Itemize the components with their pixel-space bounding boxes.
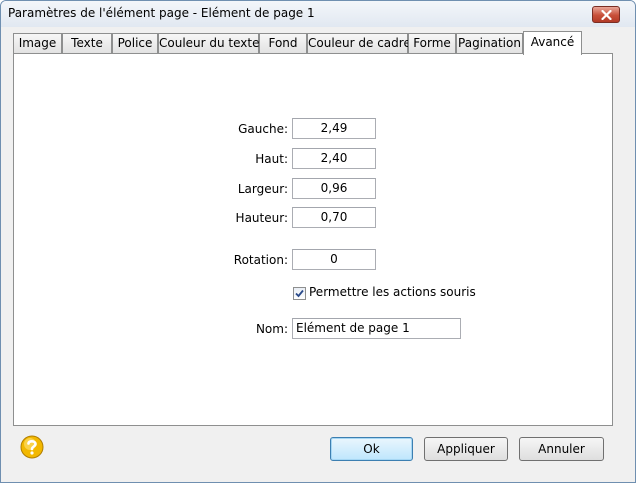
largeur-label: Largeur:: [237, 182, 288, 196]
tab-avance[interactable]: Avancé: [523, 31, 582, 55]
help-button[interactable]: [20, 435, 44, 459]
haut-label: Haut:: [255, 152, 288, 166]
checkmark-icon: [295, 289, 304, 298]
tab-image[interactable]: Image: [13, 33, 62, 53]
gauche-label: Gauche:: [238, 122, 288, 136]
mouse-actions-checkbox[interactable]: [293, 287, 306, 300]
tab-bar: Image Texte Police Couleur du texte Fond…: [13, 31, 613, 55]
close-icon: [601, 10, 612, 20]
nom-field[interactable]: Elément de page 1: [292, 318, 461, 339]
haut-field[interactable]: 2,40: [292, 148, 376, 169]
window-title: Paramètres de l'élément page - Elément d…: [8, 6, 315, 20]
rotation-field[interactable]: 0: [292, 249, 376, 270]
apply-button[interactable]: Appliquer: [424, 437, 508, 461]
nom-label: Nom:: [255, 322, 288, 336]
title-bar[interactable]: Paramètres de l'élément page - Elément d…: [1, 1, 635, 27]
advanced-panel: Gauche: 2,49 Haut: 2,40 Largeur: 0,96 Ha…: [13, 53, 613, 426]
tab-police[interactable]: Police: [112, 33, 158, 53]
help-icon: [20, 435, 44, 459]
tab-couleur-du-texte[interactable]: Couleur du texte: [158, 33, 260, 53]
close-button[interactable]: [592, 6, 620, 23]
gauche-field[interactable]: 2,49: [292, 118, 376, 139]
rotation-label: Rotation:: [233, 253, 288, 267]
tab-fond[interactable]: Fond: [259, 33, 307, 53]
tab-forme[interactable]: Forme: [408, 33, 456, 53]
tab-texte[interactable]: Texte: [62, 33, 112, 53]
hauteur-field[interactable]: 0,70: [292, 207, 376, 228]
cancel-button[interactable]: Annuler: [519, 437, 604, 461]
tab-couleur-de-cadre[interactable]: Couleur de cadre: [307, 33, 411, 53]
largeur-field[interactable]: 0,96: [292, 178, 376, 199]
mouse-actions-label[interactable]: Permettre les actions souris: [309, 285, 476, 299]
dialog-window: Paramètres de l'élément page - Elément d…: [0, 0, 636, 483]
tab-pagination[interactable]: Pagination: [456, 33, 523, 53]
hauteur-label: Hauteur:: [235, 211, 288, 225]
ok-button[interactable]: Ok: [330, 437, 413, 461]
